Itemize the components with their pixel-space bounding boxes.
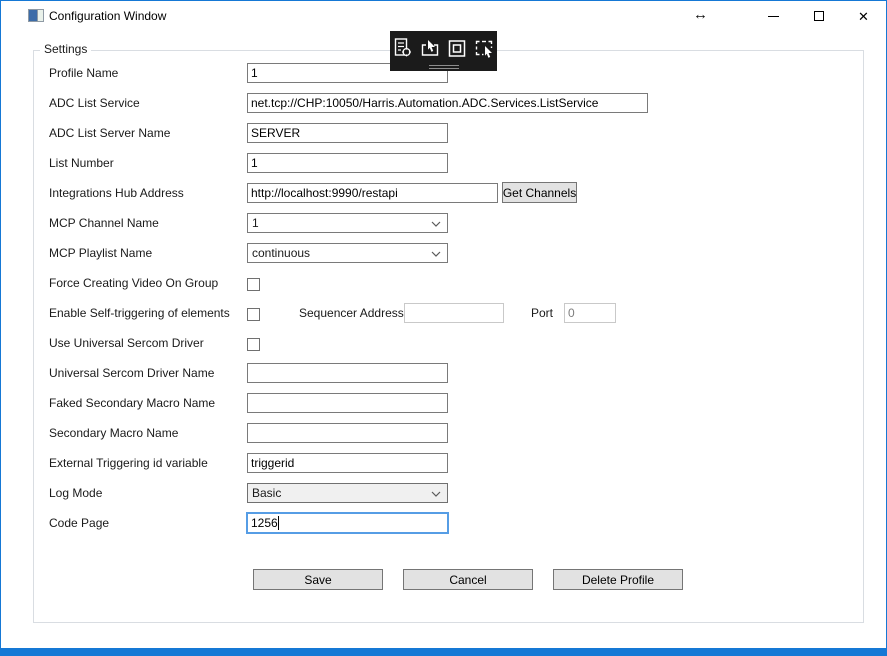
region-box-icon[interactable] — [447, 37, 467, 59]
integrations-hub-address-label: Integrations Hub Address — [49, 183, 184, 203]
adc-list-server-name-label: ADC List Server Name — [49, 123, 170, 143]
app-window-icon — [28, 9, 44, 22]
log-mode-value: Basic — [252, 486, 281, 500]
adc-list-server-name-input[interactable] — [247, 123, 448, 143]
mcp-channel-name-label: MCP Channel Name — [49, 213, 159, 233]
overlay-toolbar — [390, 31, 497, 71]
universal-sercom-driver-name-label: Universal Sercom Driver Name — [49, 363, 214, 383]
faked-secondary-macro-name-label: Faked Secondary Macro Name — [49, 393, 215, 413]
sequencer-address-label: Sequencer Address — [299, 303, 404, 323]
delete-profile-button[interactable]: Delete Profile — [553, 569, 683, 590]
enable-self-triggering-label: Enable Self-triggering of elements — [49, 303, 230, 323]
minimize-icon — [768, 16, 779, 17]
adc-list-service-input[interactable] — [247, 93, 648, 113]
sequencer-address-input[interactable] — [404, 303, 504, 323]
enable-self-triggering-checkbox[interactable] — [247, 308, 260, 321]
mcp-playlist-name-value: continuous — [252, 246, 310, 260]
list-number-label: List Number — [49, 153, 114, 173]
code-page-label: Code Page — [49, 513, 109, 533]
list-number-input[interactable] — [247, 153, 448, 173]
titlebar: Configuration Window ↔ ✕ — [1, 1, 886, 31]
chevron-down-icon — [431, 491, 441, 497]
adc-list-service-label: ADC List Service — [49, 93, 140, 113]
mcp-channel-name-select[interactable]: 1 — [247, 213, 448, 233]
log-mode-label: Log Mode — [49, 483, 102, 503]
faked-secondary-macro-name-input[interactable] — [247, 393, 448, 413]
mcp-playlist-name-label: MCP Playlist Name — [49, 243, 152, 263]
pointer-capture-icon[interactable] — [474, 37, 494, 59]
profile-name-label: Profile Name — [49, 63, 118, 83]
secondary-macro-name-label: Secondary Macro Name — [49, 423, 178, 443]
use-universal-sercom-label: Use Universal Sercom Driver — [49, 333, 204, 353]
minimize-button[interactable] — [751, 1, 796, 31]
force-creating-video-label: Force Creating Video On Group — [49, 273, 218, 293]
text-caret — [278, 516, 279, 530]
settings-group-label: Settings — [40, 42, 91, 56]
close-button[interactable]: ✕ — [841, 1, 886, 31]
code-page-input[interactable] — [246, 512, 449, 534]
pointer-select-icon[interactable] — [420, 37, 440, 59]
window-title: Configuration Window — [49, 9, 166, 23]
close-icon: ✕ — [858, 10, 869, 23]
maximize-icon — [814, 11, 824, 21]
get-channels-button[interactable]: Get Channels — [502, 182, 577, 203]
window-bottom-edge — [1, 648, 886, 655]
integrations-hub-address-input[interactable] — [247, 183, 498, 203]
resize-arrows-icon: ↔ — [693, 6, 708, 23]
save-button[interactable]: Save — [253, 569, 383, 590]
use-universal-sercom-checkbox[interactable] — [247, 338, 260, 351]
force-creating-video-checkbox[interactable] — [247, 278, 260, 291]
configuration-window: Configuration Window ↔ ✕ Settings Profil… — [0, 0, 887, 656]
maximize-button[interactable] — [796, 1, 841, 31]
port-input[interactable] — [564, 303, 616, 323]
cancel-button[interactable]: Cancel — [403, 569, 533, 590]
external-triggering-id-input[interactable] — [247, 453, 448, 473]
log-mode-select[interactable]: Basic — [247, 483, 448, 503]
secondary-macro-name-input[interactable] — [247, 423, 448, 443]
chevron-down-icon — [431, 221, 441, 227]
external-triggering-id-label: External Triggering id variable — [49, 453, 208, 473]
universal-sercom-driver-name-input[interactable] — [247, 363, 448, 383]
toolbar-drag-handle[interactable] — [429, 63, 459, 68]
mcp-channel-name-value: 1 — [252, 216, 259, 230]
script-target-icon[interactable] — [393, 37, 413, 59]
chevron-down-icon — [431, 251, 441, 257]
mcp-playlist-name-select[interactable]: continuous — [247, 243, 448, 263]
port-label: Port — [531, 303, 553, 323]
